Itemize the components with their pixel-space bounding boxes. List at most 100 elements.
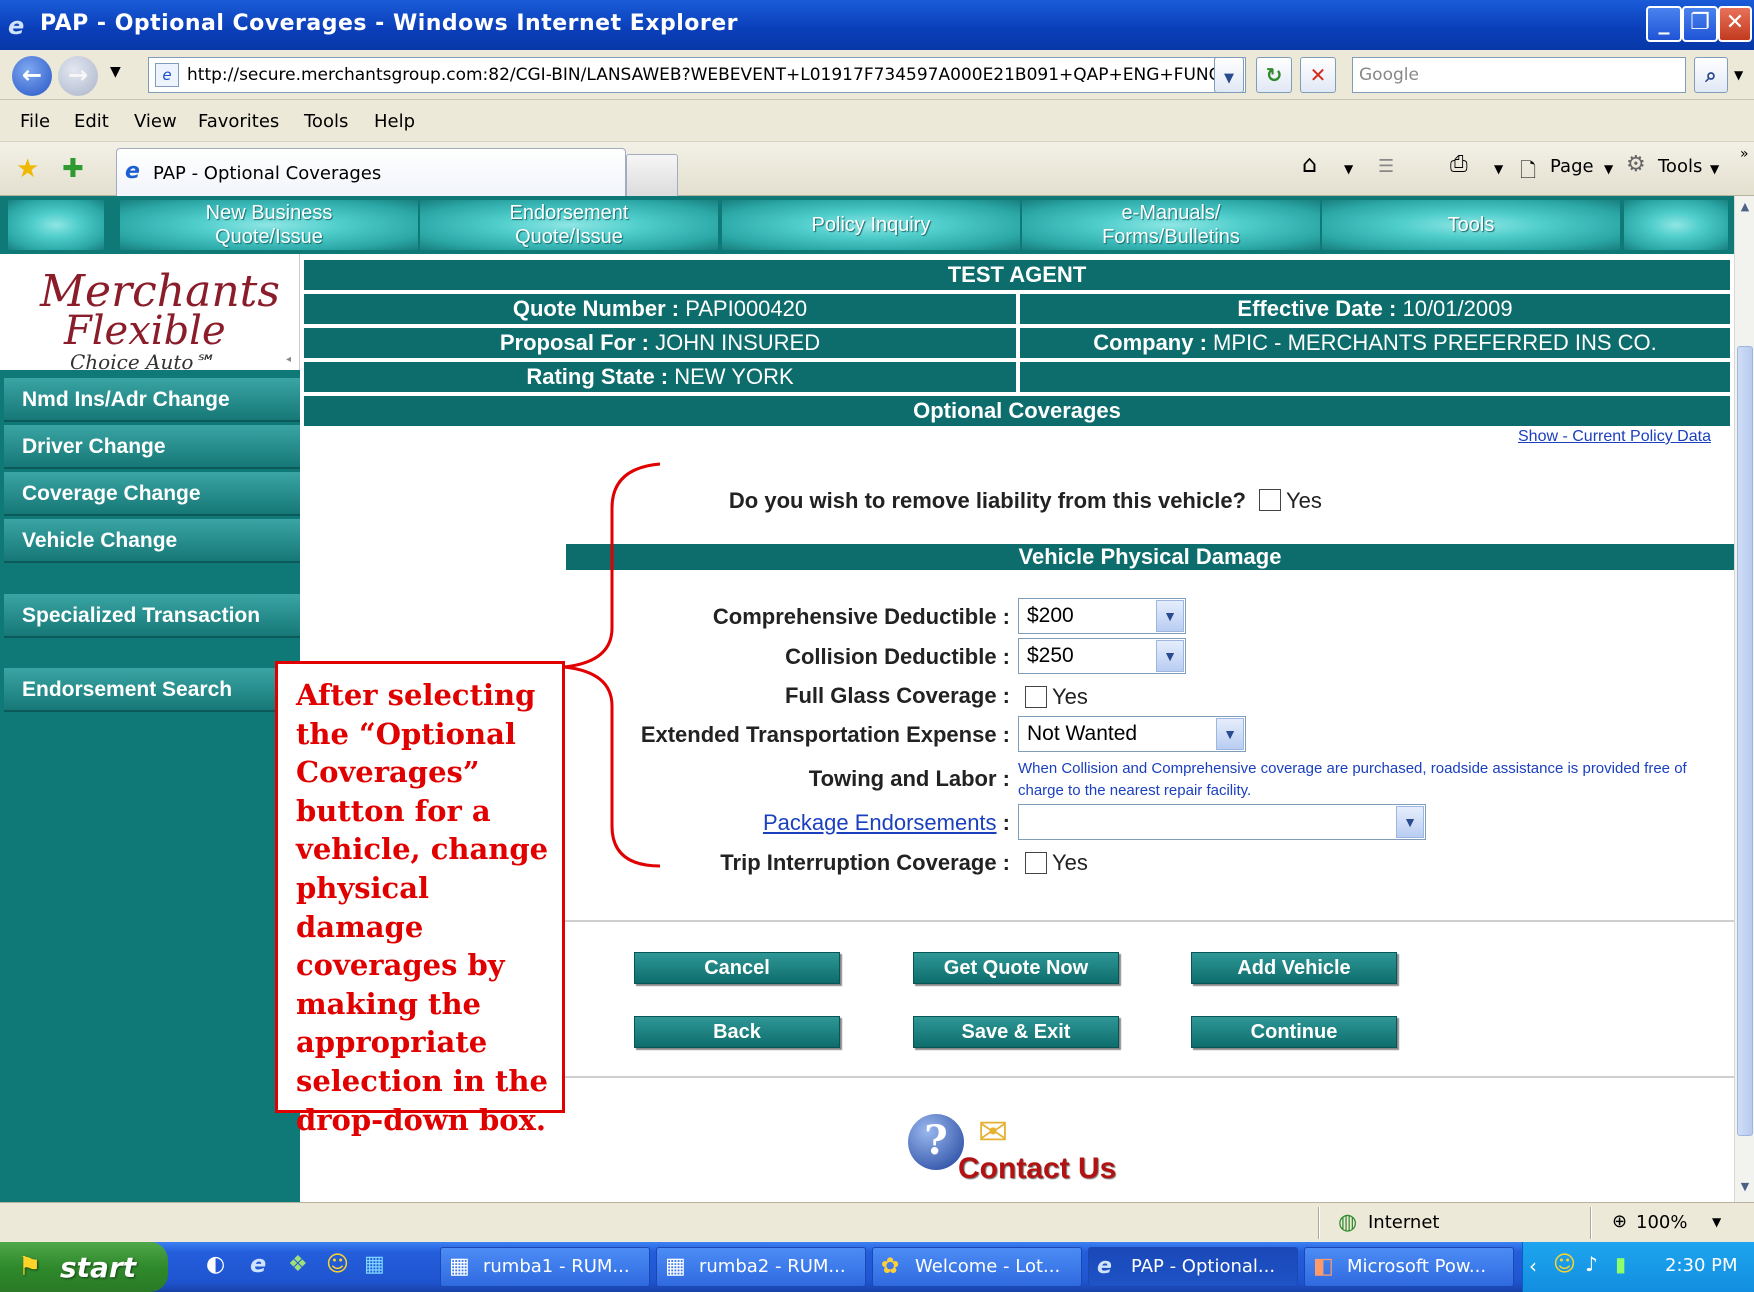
scroll-up-icon[interactable]: ▲ bbox=[1737, 200, 1753, 218]
package-endorsements-select[interactable]: ▼ bbox=[1018, 804, 1426, 840]
contact-us-link[interactable]: ? ✉ Contact Us bbox=[904, 1112, 1144, 1192]
taskbar-item-rumba1[interactable]: ▦ rumba1 - RUM... bbox=[440, 1247, 650, 1287]
messenger-quicklaunch-icon[interactable]: ☺ bbox=[326, 1252, 349, 1277]
tab-bar: ★ ✚ e PAP - Optional Coverages ⌂ ▼ ☰ ⎙ ▼… bbox=[0, 142, 1754, 196]
company: Company : MPIC - MERCHANTS PREFERRED INS… bbox=[1018, 326, 1732, 360]
close-window-button[interactable]: ✕ bbox=[1718, 6, 1752, 42]
home-dropdown-icon[interactable]: ▼ bbox=[1344, 162, 1353, 176]
menu-file[interactable]: File bbox=[20, 111, 50, 132]
remove-liability-checkbox[interactable] bbox=[1259, 489, 1281, 511]
tab-pap-optional-coverages[interactable]: e PAP - Optional Coverages bbox=[116, 148, 626, 196]
callout-brace bbox=[563, 462, 661, 868]
window-title-bar: e PAP - Optional Coverages - Windows Int… bbox=[0, 0, 1754, 50]
address-dropdown-icon[interactable]: ▼ bbox=[1214, 57, 1244, 93]
tools-menu[interactable]: Tools bbox=[1658, 156, 1702, 177]
chevron-more-icon[interactable]: » bbox=[1740, 146, 1749, 162]
cancel-button[interactable]: Cancel bbox=[634, 952, 840, 984]
rumba-quicklaunch-icon[interactable]: ▦ bbox=[364, 1252, 385, 1277]
taskbar-item-powerpoint[interactable]: ◧ Microsoft Pow... bbox=[1304, 1247, 1514, 1287]
new-tab-button[interactable] bbox=[626, 154, 678, 196]
menu-help[interactable]: Help bbox=[374, 111, 415, 132]
trip-interruption-checkbox[interactable] bbox=[1025, 852, 1047, 874]
show-current-policy-link[interactable]: Show - Current Policy Data bbox=[1518, 428, 1711, 446]
back-button[interactable]: ← bbox=[12, 56, 52, 96]
lotus-icon: ✿ bbox=[881, 1254, 900, 1279]
left-menu-coverage-change[interactable]: Coverage Change bbox=[4, 472, 300, 516]
full-glass-yes-label: Yes bbox=[1052, 684, 1088, 709]
network-signal-icon[interactable]: ▮ bbox=[1615, 1252, 1626, 1276]
scroll-down-icon[interactable]: ▼ bbox=[1737, 1180, 1753, 1198]
menu-tools[interactable]: Tools bbox=[304, 111, 348, 132]
nav-policy-inquiry[interactable]: Policy Inquiry bbox=[722, 200, 1020, 250]
menu-edit[interactable]: Edit bbox=[74, 111, 109, 132]
messenger-tray-icon[interactable]: ☺ bbox=[1553, 1252, 1576, 1277]
powerpoint-icon: ◧ bbox=[1313, 1254, 1334, 1279]
stop-button[interactable]: ✕ bbox=[1300, 57, 1336, 93]
zoom-dropdown-icon[interactable]: ▼ bbox=[1712, 1215, 1721, 1229]
chevron-down-icon: ▼ bbox=[1156, 600, 1184, 632]
vertical-scrollbar[interactable]: ▲ ▼ bbox=[1734, 196, 1754, 1202]
address-input[interactable]: e http://secure.merchantsgroup.com:82/CG… bbox=[148, 57, 1246, 93]
taskbar-item-pap-optional[interactable]: e PAP - Optional... bbox=[1088, 1247, 1298, 1287]
left-menu-nmd-ins-adr-change[interactable]: Nmd Ins/Adr Change bbox=[4, 378, 300, 422]
get-quote-now-button[interactable]: Get Quote Now bbox=[913, 952, 1119, 984]
quote-number: Quote Number : PAPI000420 bbox=[302, 292, 1018, 326]
menu-view[interactable]: View bbox=[134, 111, 177, 132]
page-icon: e bbox=[155, 63, 179, 87]
ie-quicklaunch-icon[interactable]: e bbox=[250, 1250, 266, 1278]
left-menu-vehicle-change[interactable]: Vehicle Change bbox=[4, 519, 300, 563]
search-input[interactable]: Google bbox=[1352, 57, 1686, 93]
tools-dropdown-icon[interactable]: ▼ bbox=[1710, 162, 1719, 176]
left-menu-driver-change[interactable]: Driver Change bbox=[4, 425, 300, 469]
save-exit-button[interactable]: Save & Exit bbox=[913, 1016, 1119, 1048]
gear-icon: ⚙ bbox=[1626, 152, 1646, 177]
internet-zone-label: Internet bbox=[1368, 1212, 1440, 1233]
left-menu-endorsement-search[interactable]: Endorsement Search bbox=[4, 668, 300, 712]
remove-liability-question: Do you wish to remove liability from thi… bbox=[728, 488, 1246, 513]
minimize-button[interactable]: _ bbox=[1646, 6, 1682, 42]
page-menu[interactable]: Page bbox=[1550, 156, 1594, 177]
back-button-page[interactable]: Back bbox=[634, 1016, 840, 1048]
add-favorite-icon[interactable]: ✚ bbox=[62, 154, 84, 184]
left-menu-specialized-transaction[interactable]: Specialized Transaction bbox=[4, 594, 300, 638]
section-title: Optional Coverages bbox=[302, 394, 1732, 428]
home-icon[interactable]: ⌂ bbox=[1302, 150, 1317, 178]
package-endorsements-link[interactable]: Package Endorsements bbox=[763, 810, 997, 835]
favorites-star-icon[interactable]: ★ bbox=[16, 154, 39, 184]
add-vehicle-button[interactable]: Add Vehicle bbox=[1191, 952, 1397, 984]
extended-transportation-select[interactable]: Not Wanted ▼ bbox=[1018, 716, 1246, 752]
full-glass-checkbox[interactable] bbox=[1025, 686, 1047, 708]
print-icon[interactable]: ⎙ bbox=[1450, 152, 1468, 177]
page-dropdown-icon[interactable]: ▼ bbox=[1604, 162, 1613, 176]
comprehensive-deductible-select[interactable]: $200 ▼ bbox=[1018, 598, 1186, 634]
scroll-thumb[interactable] bbox=[1737, 346, 1753, 1136]
history-dropdown-icon[interactable]: ▼ bbox=[110, 64, 121, 80]
search-icon[interactable]: ⌕ bbox=[1694, 57, 1728, 93]
nav-e-manuals[interactable]: e-Manuals/Forms/Bulletins bbox=[1022, 200, 1320, 250]
collision-deductible-select[interactable]: $250 ▼ bbox=[1018, 638, 1186, 674]
feeds-icon[interactable]: ☰ bbox=[1378, 156, 1394, 177]
nav-endorsement[interactable]: Endorsement Quote/Issue bbox=[420, 200, 718, 250]
collapse-arrow-icon[interactable]: ◂ bbox=[286, 354, 291, 365]
start-button[interactable]: ⚑ start bbox=[0, 1242, 168, 1292]
print-dropdown-icon[interactable]: ▼ bbox=[1494, 162, 1503, 176]
rating-state: Rating State : NEW YORK bbox=[302, 360, 1018, 394]
nav-new-business[interactable]: New Business Quote/Issue bbox=[120, 200, 418, 250]
continue-button[interactable]: Continue bbox=[1191, 1016, 1397, 1048]
nav-tools[interactable]: Tools bbox=[1322, 200, 1620, 250]
show-desktop-icon[interactable]: ◐ bbox=[206, 1252, 225, 1277]
outlook-quicklaunch-icon[interactable]: ❖ bbox=[288, 1252, 308, 1277]
taskbar-item-lotus[interactable]: ✿ Welcome - Lot... bbox=[872, 1247, 1082, 1287]
tray-expand-icon[interactable]: ‹ bbox=[1529, 1254, 1537, 1278]
taskbar-item-rumba2[interactable]: ▦ rumba2 - RUM... bbox=[656, 1247, 866, 1287]
speaker-icon[interactable]: ♪ bbox=[1585, 1252, 1598, 1276]
search-options-icon[interactable]: ▼ bbox=[1734, 68, 1743, 82]
rumba-icon: ▦ bbox=[449, 1254, 470, 1279]
menu-favorites[interactable]: Favorites bbox=[198, 111, 279, 132]
merchants-logo: Merchants Flexible Choice Auto℠ ◂ bbox=[0, 254, 300, 374]
refresh-button[interactable]: ↻ bbox=[1256, 57, 1292, 93]
zoom-level[interactable]: 100% bbox=[1636, 1212, 1687, 1233]
restore-button[interactable]: ❐ bbox=[1682, 6, 1718, 42]
forward-button[interactable]: → bbox=[58, 56, 98, 96]
towing-note: When Collision and Comprehensive coverag… bbox=[1018, 760, 1687, 799]
